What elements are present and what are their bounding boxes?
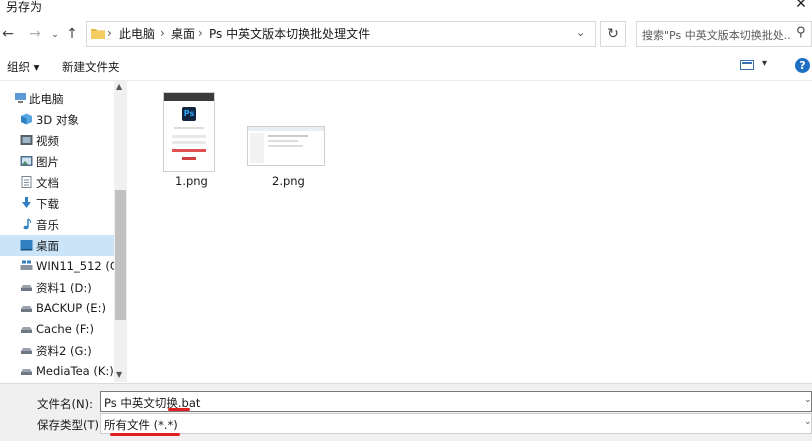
sidebar-item-label: 图片 xyxy=(36,155,59,169)
chevron-down-icon: ⌄ xyxy=(576,26,586,39)
sidebar-item-label: 资料1 (D:) xyxy=(36,281,92,295)
sidebar-item-label: 视频 xyxy=(36,134,59,148)
sidebar-item-drive-f[interactable]: Cache (F:) xyxy=(0,319,114,340)
chevron-down-icon: ⌄ xyxy=(804,417,812,427)
breadcrumb-separator: › xyxy=(198,26,203,40)
refresh-icon: ↻ xyxy=(607,26,619,42)
desktop-icon xyxy=(20,240,33,251)
filename-dropdown-button[interactable]: ⌄ xyxy=(804,395,812,405)
scroll-up-arrow-icon[interactable]: ▲ xyxy=(116,82,122,91)
drive-icon xyxy=(21,369,32,375)
sidebar-scrollbar-thumb[interactable] xyxy=(115,190,126,320)
arrow-right-icon: → xyxy=(29,26,41,42)
sidebar-item-label: 文档 xyxy=(36,176,59,190)
annotation-underline xyxy=(168,408,190,411)
sidebar-item-drive-g[interactable]: 资料2 (G:) xyxy=(0,340,114,361)
music-icon xyxy=(23,218,32,230)
title-bar xyxy=(0,0,812,16)
back-button[interactable]: ← xyxy=(0,24,16,44)
arrow-up-icon: ↑ xyxy=(66,26,78,42)
sidebar-item-3d-objects[interactable]: 3D 对象 xyxy=(0,109,114,130)
file-thumbnail xyxy=(247,126,325,166)
save-type-label: 保存类型(T): xyxy=(37,418,103,432)
sidebar-item-this-pc[interactable]: 此电脑 xyxy=(0,88,114,109)
file-thumbnail: Ps xyxy=(163,92,215,172)
help-button[interactable]: ? xyxy=(795,58,810,73)
save-type-dropdown-button[interactable]: ⌄ xyxy=(804,417,812,427)
search-input[interactable]: 搜索"Ps 中英文版本切换批处... xyxy=(642,27,792,43)
sidebar-item-label: 音乐 xyxy=(36,218,59,232)
picture-icon xyxy=(20,156,33,166)
cube-icon xyxy=(21,113,32,125)
sidebar-item-music[interactable]: 音乐 xyxy=(0,214,114,235)
photoshop-logo-icon: Ps xyxy=(182,107,196,121)
breadcrumb-current-folder[interactable]: Ps 中英文版本切换批处理文件 xyxy=(209,27,370,41)
help-icon: ? xyxy=(799,59,806,72)
sidebar-item-drive-k[interactable]: MediaTea (K:) xyxy=(0,361,114,382)
windows-drive-icon xyxy=(20,260,33,270)
new-folder-button[interactable]: 新建文件夹 xyxy=(62,59,120,75)
breadcrumb-separator: › xyxy=(107,26,112,40)
search-icon[interactable]: ⚲ xyxy=(796,25,806,40)
file-name: 2.png xyxy=(272,174,305,188)
sidebar-item-label: 下载 xyxy=(36,197,59,211)
save-type-select[interactable] xyxy=(100,413,812,434)
sidebar-item-label: 此电脑 xyxy=(29,92,64,106)
close-icon: ✕ xyxy=(795,0,807,12)
sidebar-item-drive-d[interactable]: 资料1 (D:) xyxy=(0,277,114,298)
recent-locations-button[interactable]: ⌄ xyxy=(47,25,63,45)
sidebar-item-label: MediaTea (K:) xyxy=(36,364,114,378)
sidebar-item-label: Cache (F:) xyxy=(36,322,94,336)
sidebar-item-desktop[interactable]: 桌面 xyxy=(0,235,114,256)
sidebar-item-label: WIN11_512 (C:) xyxy=(36,259,114,273)
save-type-value[interactable]: 所有文件 (*.*) xyxy=(104,417,178,433)
refresh-button[interactable]: ↻ xyxy=(600,21,626,47)
sidebar-item-drive-e[interactable]: BACKUP (E:) xyxy=(0,298,114,319)
organize-button[interactable]: 组织 ▾ xyxy=(7,59,39,75)
sidebar-item-downloads[interactable]: 下载 xyxy=(0,193,114,214)
folder-icon xyxy=(91,29,105,39)
drive-icon xyxy=(21,285,32,291)
video-icon xyxy=(20,135,33,145)
file-item[interactable]: Ps 1.png xyxy=(155,86,225,190)
view-options-icon[interactable] xyxy=(740,59,754,71)
filename-label: 文件名(N): xyxy=(37,397,93,411)
file-name: 1.png xyxy=(175,174,208,188)
drive-icon xyxy=(21,327,32,333)
breadcrumb-desktop[interactable]: 桌面 xyxy=(171,27,195,41)
document-icon xyxy=(21,176,32,188)
breadcrumb-separator: › xyxy=(160,26,165,40)
sidebar-item-label: 资料2 (G:) xyxy=(36,344,92,358)
arrow-left-icon: ← xyxy=(2,26,14,42)
drive-icon xyxy=(21,348,32,354)
forward-button[interactable]: → xyxy=(27,24,43,44)
address-dropdown-button[interactable]: ⌄ xyxy=(576,26,585,39)
window-title: 另存为 xyxy=(6,0,43,14)
sidebar-item-drive-c[interactable]: WIN11_512 (C:) xyxy=(0,256,114,277)
sidebar-item-documents[interactable]: 文档 xyxy=(0,172,114,193)
sidebar-item-label: 3D 对象 xyxy=(36,113,79,127)
drive-icon xyxy=(21,306,32,312)
computer-icon xyxy=(15,93,26,103)
sidebar-item-label: BACKUP (E:) xyxy=(36,301,106,315)
view-dropdown-button[interactable]: ▾ xyxy=(762,58,767,69)
filename-field[interactable] xyxy=(100,391,812,412)
sidebar-item-pictures[interactable]: 图片 xyxy=(0,151,114,172)
sidebar-item-videos[interactable]: 视频 xyxy=(0,130,114,151)
chevron-down-icon: ⌄ xyxy=(804,395,812,405)
command-bar xyxy=(0,54,812,81)
breadcrumb-thispc[interactable]: 此电脑 xyxy=(119,27,155,41)
file-item[interactable]: 2.png xyxy=(247,86,327,190)
up-button[interactable]: ↑ xyxy=(64,24,80,44)
navigation-pane: 此电脑 3D 对象 视频 图片 文档 下载 音乐 桌面 WIN11_512 (C… xyxy=(0,81,114,382)
file-list xyxy=(128,81,812,382)
scroll-down-arrow-icon[interactable]: ▼ xyxy=(116,370,122,379)
annotation-underline xyxy=(110,433,180,436)
sidebar-item-label: 桌面 xyxy=(36,239,59,253)
chevron-down-icon: ⌄ xyxy=(51,30,59,40)
download-icon xyxy=(22,197,31,208)
close-button[interactable]: ✕ xyxy=(790,0,812,15)
